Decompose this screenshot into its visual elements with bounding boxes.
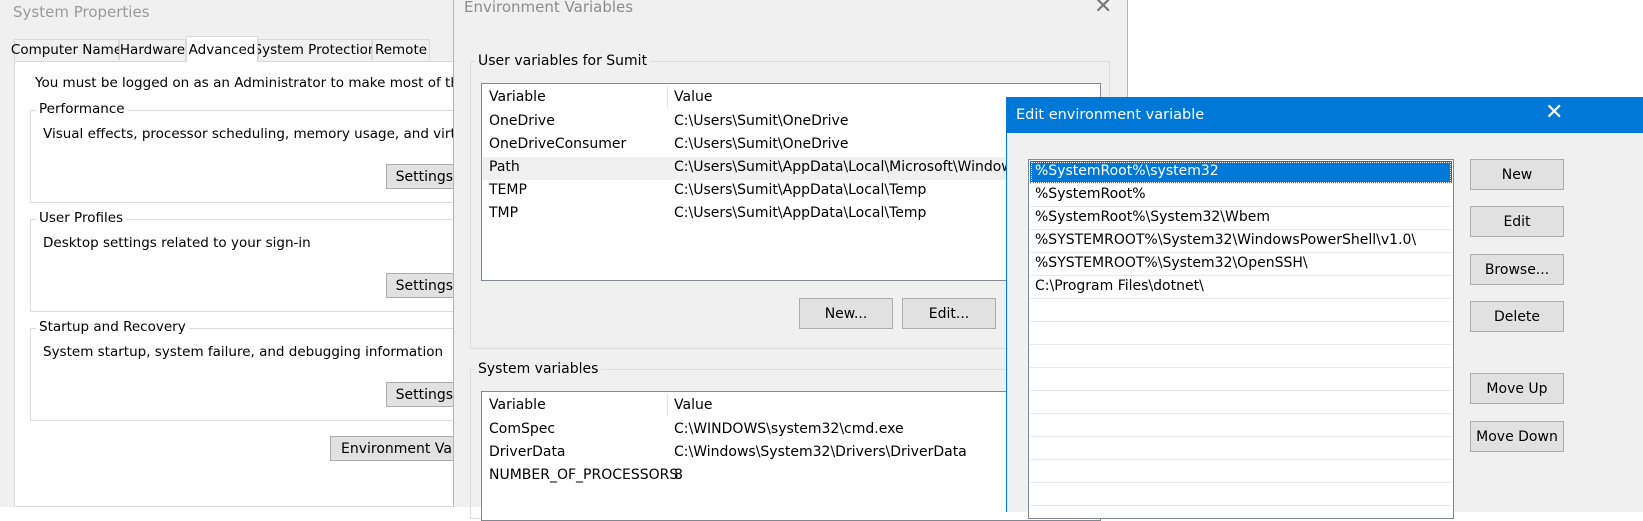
title-bar[interactable]: Edit environment variable ✕ xyxy=(1007,97,1643,133)
edit-environment-variable-window: Edit environment variable ✕ %SystemRoot%… xyxy=(1006,97,1643,519)
variable-name: ComSpec xyxy=(489,421,556,437)
new-button[interactable]: New xyxy=(1470,159,1564,190)
tab-computer-name[interactable]: Computer Name xyxy=(11,39,122,60)
variable-value: C:\Users\Sumit\AppData\Local\Microsoft\W… xyxy=(674,159,1060,175)
performance-group: Performance Visual effects, processor sc… xyxy=(30,101,537,203)
variable-name: Path xyxy=(489,159,520,175)
empty-list-row[interactable] xyxy=(1030,460,1452,483)
variable-name: NUMBER_OF_PROCESSORS xyxy=(489,467,679,483)
empty-list-row[interactable] xyxy=(1030,437,1452,460)
system-variables-title: System variables xyxy=(475,361,602,377)
column-divider[interactable] xyxy=(667,86,668,108)
column-divider[interactable] xyxy=(667,394,668,416)
user-profiles-title: User Profiles xyxy=(36,210,127,226)
column-header-variable[interactable]: Variable xyxy=(489,397,546,413)
empty-list-row[interactable] xyxy=(1030,483,1452,506)
variable-value: C:\Users\Sumit\OneDrive xyxy=(674,113,849,129)
delete-button[interactable]: Delete xyxy=(1470,301,1564,332)
user-variables-title: User variables for Sumit xyxy=(475,53,651,69)
move-down-button[interactable]: Move Down xyxy=(1470,421,1564,452)
variable-value: C:\Users\Sumit\AppData\Local\Temp xyxy=(674,182,927,198)
column-header-value[interactable]: Value xyxy=(674,89,712,105)
close-icon[interactable]: ✕ xyxy=(1094,0,1112,19)
variable-name: OneDriveConsumer xyxy=(489,136,627,152)
system-properties-window: System Properties Computer Name Hardware… xyxy=(0,0,548,507)
variable-value: C:\Users\Sumit\AppData\Local\Temp xyxy=(674,205,927,221)
variable-value: C:\WINDOWS\system32\cmd.exe xyxy=(674,421,904,437)
empty-list-row[interactable] xyxy=(1030,345,1452,368)
user-profiles-description: Desktop settings related to your sign-in xyxy=(43,235,311,251)
user-new-button[interactable]: New... xyxy=(799,298,893,329)
variable-value: C:\Windows\System32\Drivers\DriverData xyxy=(674,444,967,460)
variable-name: TMP xyxy=(489,205,519,221)
list-item[interactable]: C:\Program Files\dotnet\ xyxy=(1030,276,1452,299)
performance-title: Performance xyxy=(36,101,128,117)
list-item[interactable]: %SYSTEMROOT%\System32\WindowsPowerShell\… xyxy=(1030,230,1452,253)
list-item[interactable]: %SYSTEMROOT%\System32\OpenSSH\ xyxy=(1030,253,1452,276)
window-title: System Properties xyxy=(13,3,150,21)
window-title: Edit environment variable xyxy=(1016,107,1205,123)
variable-name: TEMP xyxy=(489,182,527,198)
column-header-variable[interactable]: Variable xyxy=(489,89,546,105)
edit-button[interactable]: Edit xyxy=(1470,206,1564,237)
list-item[interactable]: %SystemRoot% xyxy=(1030,184,1452,207)
startup-recovery-group: Startup and Recovery System startup, sys… xyxy=(30,319,490,421)
advanced-tab-panel: You must be logged on as an Administrato… xyxy=(14,61,548,507)
list-item[interactable]: %SystemRoot%\system32 xyxy=(1030,161,1452,184)
variable-value: 8 xyxy=(674,467,683,483)
empty-list-row[interactable] xyxy=(1030,414,1452,437)
user-profiles-group: User Profiles Desktop settings related t… xyxy=(30,210,490,312)
list-item[interactable]: %SystemRoot%\System32\Wbem xyxy=(1030,207,1452,230)
path-entries-list[interactable]: %SystemRoot%\system32 %SystemRoot% %Syst… xyxy=(1028,159,1454,519)
variable-value: C:\Users\Sumit\OneDrive xyxy=(674,136,849,152)
tab-hardware[interactable]: Hardware xyxy=(119,39,186,60)
startup-recovery-title: Startup and Recovery xyxy=(36,319,189,335)
startup-recovery-description: System startup, system failure, and debu… xyxy=(43,344,444,360)
close-icon[interactable]: ✕ xyxy=(1545,100,1563,125)
tab-advanced[interactable]: Advanced xyxy=(186,36,258,62)
empty-list-row[interactable] xyxy=(1030,368,1452,391)
tab-remote[interactable]: Remote xyxy=(372,39,430,60)
empty-list-row[interactable] xyxy=(1030,391,1452,414)
column-header-value[interactable]: Value xyxy=(674,397,712,413)
variable-name: OneDrive xyxy=(489,113,555,129)
empty-list-row[interactable] xyxy=(1030,322,1452,345)
browse-button[interactable]: Browse... xyxy=(1470,254,1564,285)
empty-list-row[interactable] xyxy=(1030,299,1452,322)
user-edit-button[interactable]: Edit... xyxy=(902,298,996,329)
tab-system-protection[interactable]: System Protection xyxy=(254,39,376,60)
window-title: Environment Variables xyxy=(464,0,634,16)
variable-name: DriverData xyxy=(489,444,566,460)
move-up-button[interactable]: Move Up xyxy=(1470,373,1564,404)
